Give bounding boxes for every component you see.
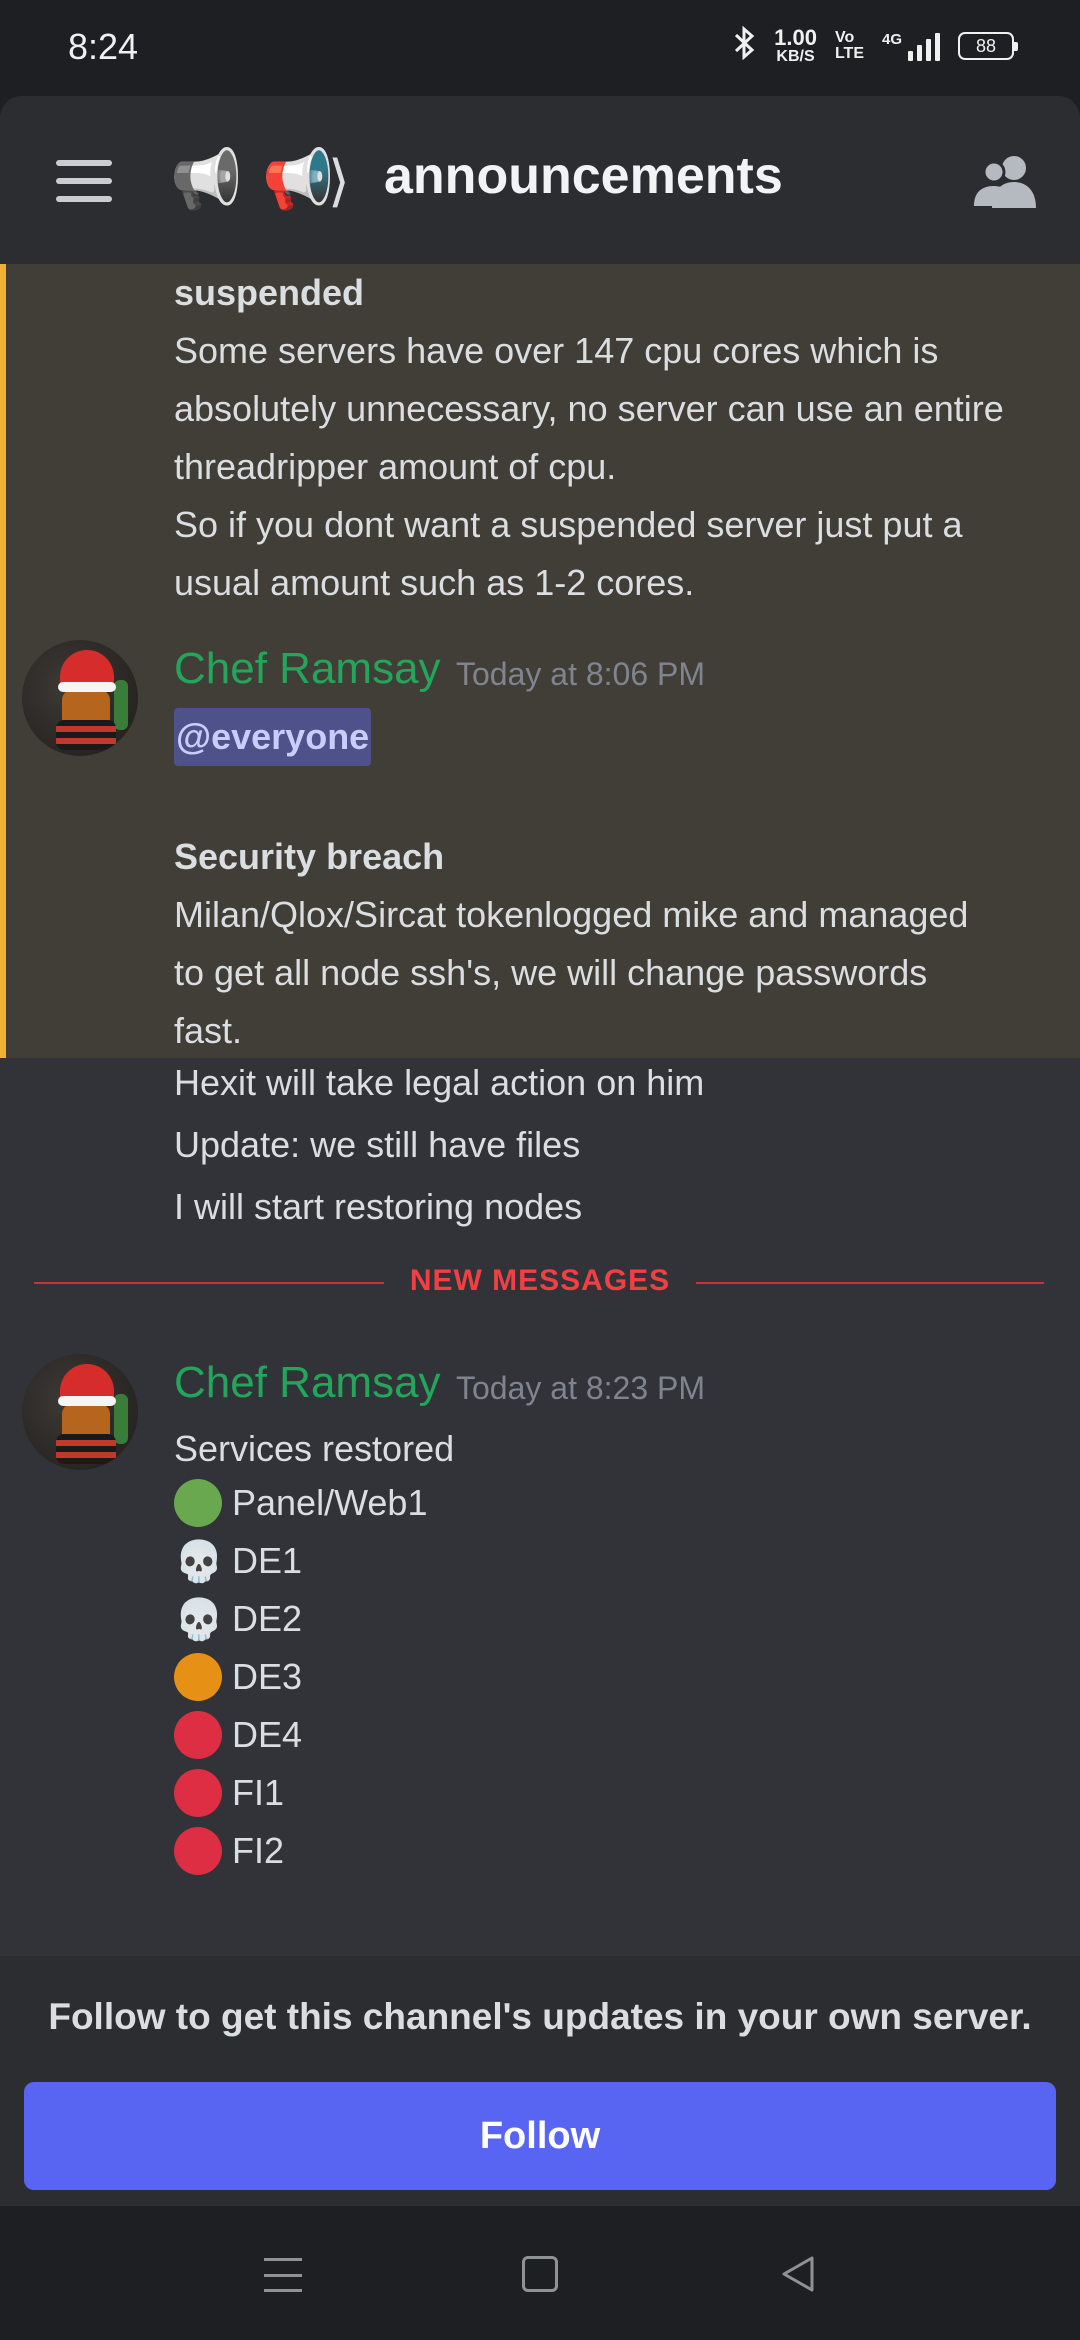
divider-line-right — [696, 1282, 1044, 1284]
menu-icon[interactable] — [56, 160, 112, 202]
message-line: Hexit will take legal action on him — [174, 1062, 705, 1103]
megaphone-color-icon: 📢 — [262, 147, 335, 212]
message-author[interactable]: Chef Ramsay — [174, 1358, 441, 1408]
service-status-row: Panel/Web1 — [174, 1474, 427, 1532]
battery-icon: 88 — [958, 32, 1018, 60]
status-icons: 1.00 KB/S Vo LTE 4G 88 — [734, 25, 1018, 66]
new-messages-divider: NEW MESSAGES — [409, 1264, 671, 1297]
members-icon[interactable] — [970, 152, 1040, 210]
channel-title[interactable]: announcements — [384, 146, 783, 206]
message-heading: suspended — [174, 272, 365, 313]
service-name: FI2 — [232, 1830, 285, 1871]
follow-prompt: Follow to get this channel's updates in … — [48, 1996, 1032, 2037]
message-line: I will start restoring nodes — [174, 1186, 583, 1227]
service-name: DE2 — [232, 1598, 303, 1639]
navigation-bar — [0, 2206, 1080, 2340]
bluetooth-icon — [734, 25, 756, 66]
service-status-row: FI1 — [174, 1764, 284, 1822]
red-circle-icon — [174, 1711, 222, 1759]
service-status-row: 💀 DE2 — [174, 1590, 302, 1648]
skull-icon: 💀 — [174, 1539, 224, 1584]
volte-icon: Vo LTE — [834, 29, 864, 62]
service-name: FI1 — [232, 1772, 285, 1813]
signal-icon: 4G — [882, 31, 940, 61]
avatar[interactable] — [22, 640, 138, 756]
service-name: DE1 — [232, 1540, 303, 1581]
chevron-right-icon: ⟩ — [328, 149, 350, 212]
skull-icon: 💀 — [174, 1597, 224, 1642]
message-line: to get all node ssh's, we will change pa… — [174, 952, 928, 993]
service-name: DE4 — [232, 1714, 303, 1755]
recents-icon[interactable] — [264, 2258, 302, 2292]
app-window: 📢 📢 ⟩ announcements suspended Some serve… — [0, 96, 1080, 2206]
channel-header: 📢 📢 ⟩ announcements — [0, 96, 1080, 264]
red-circle-icon — [174, 1769, 222, 1817]
net-speed: 1.00 KB/S — [774, 25, 817, 65]
message-line: So if you dont want a suspended server j… — [174, 504, 963, 545]
green-circle-icon — [174, 1479, 222, 1527]
message-timestamp: Today at 8:06 PM — [456, 656, 706, 692]
avatar[interactable] — [22, 1354, 138, 1470]
megaphone-icon: 📢 — [170, 147, 243, 212]
status-time: 8:24 — [68, 26, 139, 67]
message-line: usual amount such as 1-2 cores. — [174, 562, 695, 603]
message-author[interactable]: Chef Ramsay — [174, 644, 441, 694]
message-line: Update: we still have files — [174, 1124, 581, 1165]
message-line: Services restored — [174, 1428, 455, 1469]
message-line: threadripper amount of cpu. — [174, 446, 617, 487]
red-circle-icon — [174, 1827, 222, 1875]
message-line: fast. — [174, 1010, 243, 1051]
service-status-row: DE3 — [174, 1648, 302, 1706]
message-line: Milan/Qlox/Sircat tokenlogged mike and m… — [174, 894, 969, 935]
follow-button[interactable]: Follow — [24, 2082, 1056, 2190]
home-icon[interactable] — [522, 2256, 558, 2292]
service-status-row: 💀 DE1 — [174, 1532, 302, 1590]
message-line: absolutely unnecessary, no server can us… — [174, 388, 1004, 429]
service-name: Panel/Web1 — [232, 1482, 428, 1523]
orange-circle-icon — [174, 1653, 222, 1701]
service-name: DE3 — [232, 1656, 303, 1697]
message-timestamp: Today at 8:23 PM — [456, 1370, 706, 1406]
message-line: Some servers have over 147 cpu cores whi… — [174, 330, 939, 371]
message-heading: Security breach — [174, 836, 445, 877]
service-status-row: FI2 — [174, 1822, 284, 1880]
mention-everyone[interactable]: @everyone — [174, 708, 372, 766]
service-status-row: DE4 — [174, 1706, 302, 1764]
status-bar: 8:24 1.00 KB/S Vo LTE 4G 88 — [0, 0, 1080, 96]
back-icon[interactable] — [778, 2254, 818, 2294]
